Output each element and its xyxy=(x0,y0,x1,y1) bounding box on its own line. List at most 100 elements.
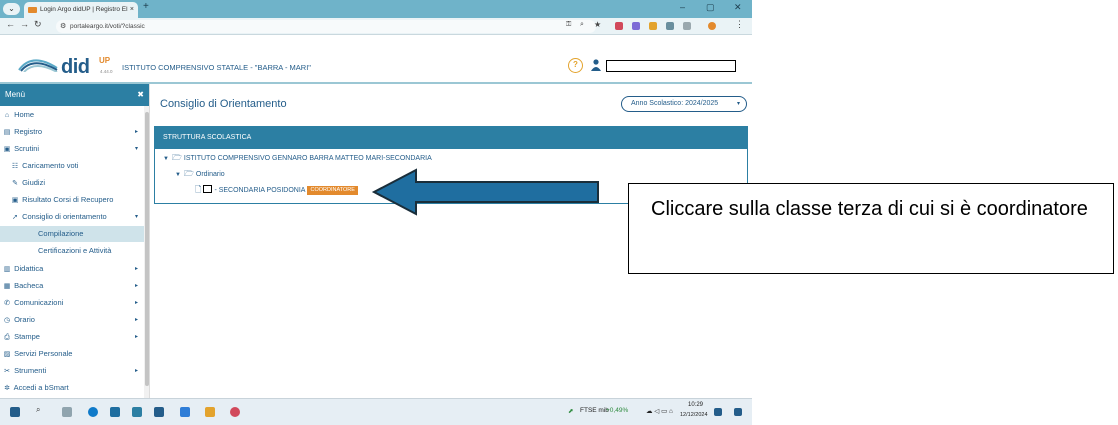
tab-argo-login[interactable]: Login Argo didUP | Registro El × xyxy=(24,2,138,18)
clock-icon: ◷ xyxy=(3,317,11,324)
tray-icons[interactable]: ☁ ◁ ▭ ⌂ xyxy=(646,407,673,415)
sidebar-item-caricamento-voti[interactable]: ☷ Caricamento voti xyxy=(0,158,144,174)
site-info-icon[interactable]: ⚙ xyxy=(60,20,66,33)
tab-close-icon[interactable]: × xyxy=(130,2,134,18)
sidebar-item-bsmart[interactable]: ✲ Accedi a bSmart xyxy=(0,380,144,396)
school-year-value: Anno Scolastico: 2024/2025 xyxy=(631,100,719,107)
tab-title: Login Argo didUP | Registro El xyxy=(40,6,128,13)
scrutini-icon: ▣ xyxy=(3,146,11,153)
chevron-right-icon: ▸ xyxy=(134,283,138,289)
sidebar-item-label: Risultato Corsi di Recupero xyxy=(22,195,114,204)
caret-down-icon[interactable]: ▼ xyxy=(163,156,169,162)
zoom-icon[interactable]: ⌕ xyxy=(580,21,584,29)
windows-taskbar: ⌕ ⬈ FTSE mib +0,49% ☁ ◁ ▭ ⌂ 10:29 12/12/… xyxy=(0,398,752,425)
sidebar-item-didattica[interactable]: ▥ Didattica ▸ xyxy=(0,261,144,277)
chrome-browser-icon[interactable] xyxy=(230,407,240,417)
browser-menu-icon[interactable]: ⋮ xyxy=(735,19,744,30)
tree-node-class[interactable]: 🗋 - SECONDARIA POSIDONIA COORDINATORE xyxy=(195,184,358,197)
profile-avatar-icon[interactable] xyxy=(708,22,716,30)
sidebar-close-icon[interactable]: ✖ xyxy=(137,84,144,106)
password-key-icon[interactable]: ⚿ xyxy=(566,21,571,29)
compass-arrow-icon: ➚ xyxy=(12,214,18,221)
reload-icon[interactable]: ↻ xyxy=(34,19,42,30)
app-header: did UP 4.44.0 ISTITUTO COMPRENSIVO STATA… xyxy=(0,36,752,84)
file-explorer-icon[interactable] xyxy=(205,407,215,417)
sidebar-item-corsi-recupero[interactable]: ▣ Risultato Corsi di Recupero xyxy=(0,192,144,208)
megaphone-icon: ✆ xyxy=(4,300,10,307)
extension-icon[interactable] xyxy=(632,22,640,30)
taskbar-app-icon[interactable] xyxy=(110,407,120,417)
sidebar-item-certificazioni[interactable]: Certificazioni e Attività xyxy=(0,243,144,259)
sidebar-item-label: Accedi a bSmart xyxy=(13,383,69,392)
pencil-icon: ✎ xyxy=(12,180,18,187)
chevron-right-icon: ▸ xyxy=(134,129,138,135)
taskbar-app-icon[interactable] xyxy=(154,407,164,417)
close-window-button[interactable]: ✕ xyxy=(734,2,742,13)
bookmark-star-icon[interactable]: ★ xyxy=(594,20,601,29)
back-arrow-icon[interactable]: ← xyxy=(6,19,15,29)
document-icon: 🗋 xyxy=(195,185,202,194)
taskbar-app-icon[interactable] xyxy=(180,407,190,417)
sidebar-item-label: Strumenti xyxy=(14,366,47,375)
app-version: 4.44.0 xyxy=(100,69,113,74)
maximize-button[interactable]: ▢ xyxy=(706,2,715,13)
sidebar-item-label: Compilazione xyxy=(38,229,84,238)
caret-down-icon[interactable]: ▼ xyxy=(175,172,181,178)
forward-arrow-icon[interactable]: → xyxy=(20,19,29,29)
url-text: portaleargo.it/voti/?classic xyxy=(70,23,145,30)
task-view-icon[interactable] xyxy=(62,407,72,417)
chevron-right-icon: ▸ xyxy=(134,300,138,306)
widgets-icon[interactable] xyxy=(714,408,722,416)
sidebar-item-compilazione[interactable]: Compilazione xyxy=(0,226,144,242)
sidebar-item-home[interactable]: ⌂ Home xyxy=(0,107,144,123)
tree-node-ordinario[interactable]: ▼ 🗁 Ordinario xyxy=(175,168,225,181)
argo-logo-icon xyxy=(18,59,58,72)
stock-ticker: FTSE mib xyxy=(580,407,609,414)
url-input[interactable]: ⚙ portaleargo.it/voti/?classic xyxy=(56,20,596,33)
school-name: ISTITUTO COMPRENSIVO STATALE - "BARRA - … xyxy=(122,63,311,72)
coordinator-badge: COORDINATORE xyxy=(307,186,358,195)
tree-node-label: - SECONDARIA POSIDONIA xyxy=(214,187,306,194)
sidebar-scroll-thumb[interactable] xyxy=(145,112,149,386)
tab-search-button[interactable]: ⌄ xyxy=(3,3,20,15)
sidebar-item-servizi-personale[interactable]: ▨ Servizi Personale xyxy=(0,346,144,362)
sidebar-item-strumenti[interactable]: ✂ Strumenti ▸ xyxy=(0,363,144,379)
clock-date: 12/12/2024 xyxy=(680,412,708,418)
sidebar-item-scrutini[interactable]: ▣ Scrutini ▾ xyxy=(0,141,144,157)
search-icon[interactable]: ⌕ xyxy=(36,405,46,415)
taskbar-app-icon[interactable] xyxy=(132,407,142,417)
extension-icon[interactable] xyxy=(649,22,657,30)
sidebar-item-comunicazioni[interactable]: ✆ Comunicazioni ▸ xyxy=(0,295,144,311)
sidebar-item-label: Didattica xyxy=(14,264,44,273)
tree-node-institute[interactable]: ▼ 🗁 ISTITUTO COMPRENSIVO GENNARO BARRA MAT… xyxy=(163,152,432,165)
tree-node-label: ISTITUTO COMPRENSIVO GENNARO BARRA MATTE… xyxy=(183,155,432,162)
chevron-right-icon: ▸ xyxy=(134,317,138,323)
annotation-arrow-icon xyxy=(371,168,599,216)
edge-browser-icon[interactable] xyxy=(88,407,98,417)
sidebar-item-consiglio-orientamento[interactable]: ➚ Consiglio di orientamento ▾ xyxy=(0,209,144,225)
instruction-callout: Cliccare sulla classe terza di cui si è … xyxy=(628,183,1114,274)
extensions-puzzle-icon[interactable] xyxy=(683,22,691,30)
sidebar-item-label: Giudizi xyxy=(22,178,46,187)
services-icon: ▨ xyxy=(3,351,11,358)
sidebar-item-bacheca[interactable]: ▦ Bacheca ▸ xyxy=(0,278,144,294)
help-icon[interactable]: ? xyxy=(568,58,583,73)
chevron-down-icon: ▾ xyxy=(134,214,138,220)
extension-icon[interactable] xyxy=(666,22,674,30)
sidebar-item-giudizi[interactable]: ✎ Giudizi xyxy=(0,175,144,191)
windows-start-icon[interactable] xyxy=(10,407,20,417)
tab-bar: ⌄ Login Argo didUP | Registro El × + – ▢… xyxy=(0,0,752,18)
folder-icon: 🗁 xyxy=(183,169,194,178)
annotated-screenshot: ⌄ Login Argo didUP | Registro El × + – ▢… xyxy=(0,0,1118,425)
minimize-button[interactable]: – xyxy=(680,2,685,12)
sidebar-item-orario[interactable]: ◷ Orario ▸ xyxy=(0,312,144,328)
new-tab-button[interactable]: + xyxy=(143,1,149,12)
extension-icon[interactable] xyxy=(615,22,623,30)
sidebar-item-label: Registro xyxy=(14,127,43,136)
user-icon[interactable] xyxy=(591,59,601,71)
sidebar-item-stampe[interactable]: ⎙ Stampe ▸ xyxy=(0,329,144,345)
sidebar-menu: Menù ✖ ⌂ Home ▤ Registro ▸ ▣ Scrutini ▾ ☷ … xyxy=(0,84,150,398)
notifications-icon[interactable] xyxy=(734,408,742,416)
sidebar-item-registro[interactable]: ▤ Registro ▸ xyxy=(0,124,144,140)
school-year-select[interactable]: Anno Scolastico: 2024/2025 ▾ xyxy=(621,96,747,112)
